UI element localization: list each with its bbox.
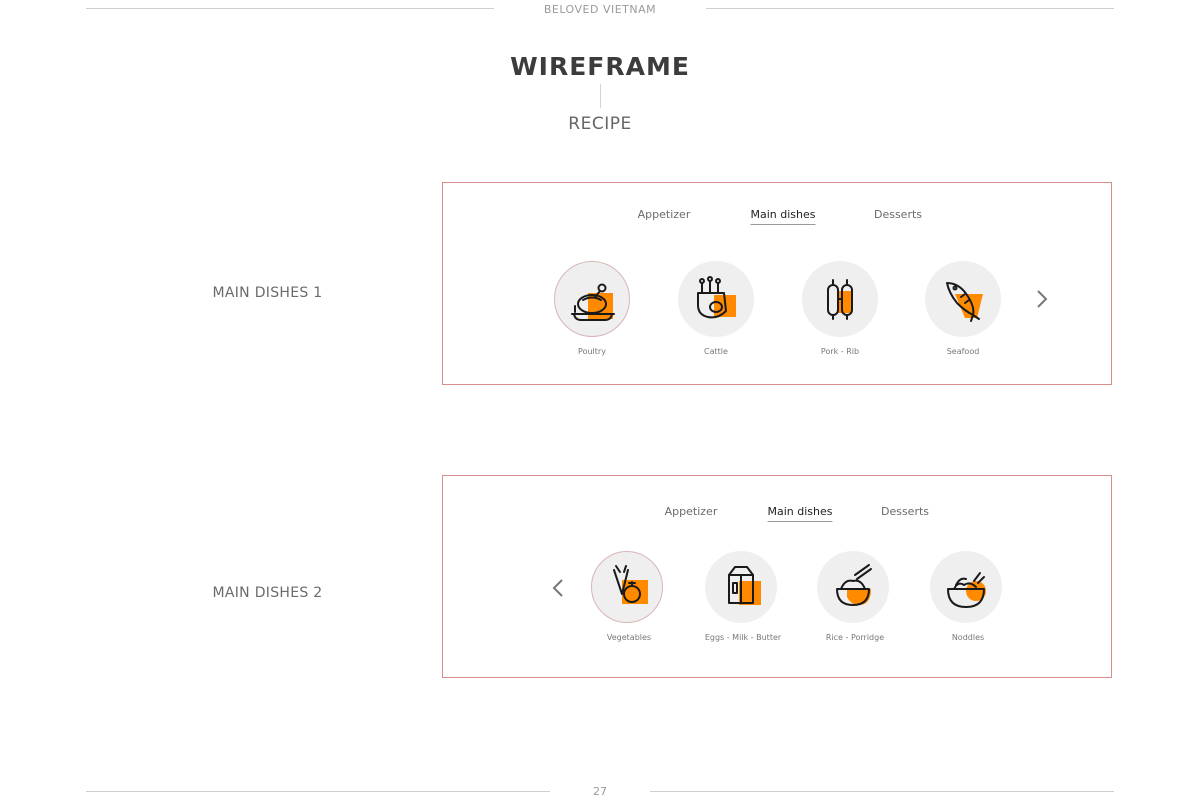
wireframe-main-dishes-1: Appetizer Main dishes Desserts Poultry C…	[442, 182, 1112, 385]
category-label: Cattle	[704, 347, 728, 356]
milk-carton-icon	[728, 566, 761, 605]
chevron-left-icon	[552, 579, 563, 597]
next-arrow-button[interactable]	[1035, 289, 1049, 309]
tab-desserts[interactable]: Desserts	[881, 505, 929, 518]
title-divider	[600, 84, 601, 108]
page-subtitle: RECIPE	[568, 114, 632, 134]
category-noddles[interactable]: Noddles	[930, 551, 1006, 642]
category-eggs-milk-butter[interactable]: Eggs - Milk - Butter	[705, 551, 781, 642]
tab-main-dishes[interactable]: Main dishes	[750, 208, 816, 225]
category-icon-circle	[554, 261, 630, 337]
tab-desserts[interactable]: Desserts	[874, 208, 922, 221]
section-label-main-dishes-1: MAIN DISHES 1	[212, 285, 323, 301]
beef-ribs-icon	[697, 276, 736, 319]
vegetables-icon	[613, 565, 648, 604]
running-header: BELOVED VIETNAM	[543, 3, 657, 16]
pork-sausage-icon	[827, 279, 853, 320]
category-vegetables[interactable]: Vegetables	[591, 551, 667, 642]
category-icon-circle	[678, 261, 754, 337]
fish-icon	[946, 282, 983, 322]
category-icon-circle	[925, 261, 1001, 337]
roast-chicken-icon	[571, 283, 615, 321]
page-title: WIREFRAME	[510, 52, 690, 81]
category-pork-rib[interactable]: Pork - Rib	[802, 261, 878, 356]
category-label: Noddles	[951, 633, 985, 642]
tab-main-dishes[interactable]: Main dishes	[767, 505, 833, 522]
category-poultry[interactable]: Poultry	[554, 261, 630, 356]
tab-appetizer[interactable]: Appetizer	[638, 208, 691, 221]
chevron-right-icon	[1037, 290, 1048, 308]
category-icon-circle	[705, 551, 777, 623]
category-label: Seafood	[946, 347, 980, 356]
previous-arrow-button[interactable]	[551, 578, 565, 598]
category-rice-porridge[interactable]: Rice - Porridge	[817, 551, 893, 642]
rice-bowl-icon	[836, 564, 872, 606]
wireframe-main-dishes-2: Appetizer Main dishes Desserts Vegetable…	[442, 475, 1112, 678]
category-label: Poultry	[578, 347, 606, 356]
category-icon-circle	[817, 551, 889, 623]
category-icon-circle	[802, 261, 878, 337]
category-seafood[interactable]: Seafood	[925, 261, 1001, 356]
tab-appetizer[interactable]: Appetizer	[665, 505, 718, 518]
section-label-main-dishes-2: MAIN DISHES 2	[212, 585, 323, 601]
page-number: 27	[593, 785, 607, 798]
category-icon-circle	[591, 551, 663, 623]
noodle-bowl-icon	[947, 572, 986, 608]
category-label: Pork - Rib	[820, 347, 860, 356]
category-icon-circle	[930, 551, 1002, 623]
category-cattle[interactable]: Cattle	[678, 261, 754, 356]
